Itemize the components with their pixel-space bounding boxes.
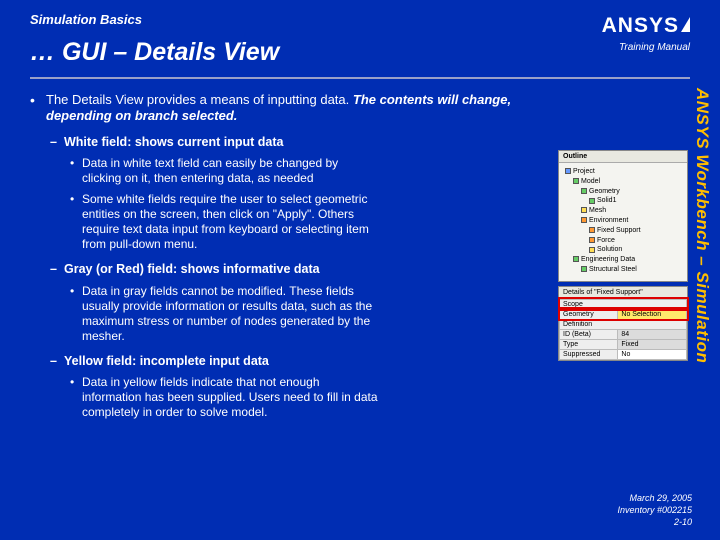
tree-label: Solution — [597, 246, 622, 253]
brand-subtitle: Training Manual — [602, 42, 690, 53]
tree-steel: Structural Steel — [565, 265, 681, 275]
tree-force: Force — [565, 236, 681, 246]
node-icon — [589, 247, 595, 253]
geom-label: Geometry — [560, 309, 618, 319]
tree-label: Engineering Data — [581, 256, 635, 263]
footer-date: March 29, 2005 — [617, 492, 692, 504]
details-table: Scope GeometryNo Selection Definition ID… — [559, 299, 687, 360]
tree-label: Project — [573, 168, 595, 175]
table-row: TypeFixed — [560, 339, 687, 349]
table-row: GeometryNo Selection — [560, 309, 687, 319]
details-title: Details of "Fixed Support" — [559, 287, 687, 299]
table-row: Scope — [560, 299, 687, 309]
details-panel: Details of "Fixed Support" Scope Geometr… — [558, 286, 688, 361]
bullet-white-2: Some white fields require the user to se… — [30, 192, 380, 252]
kicker-text: Simulation Basics — [30, 12, 142, 27]
node-icon — [581, 207, 587, 213]
table-row: SuppressedNo — [560, 349, 687, 359]
tree-model: Model — [565, 177, 681, 187]
tree-geom: Geometry — [565, 187, 681, 197]
tree-env: Environment — [565, 216, 681, 226]
node-icon — [573, 178, 579, 184]
tree-engdata: Engineering Data — [565, 255, 681, 265]
title-rule — [30, 77, 690, 79]
slide: Simulation Basics … GUI – Details View A… — [0, 0, 720, 540]
def-header: Definition — [560, 319, 687, 329]
bullet-gray-heading: Gray (or Red) field: shows informative d… — [30, 262, 540, 278]
tree-project: Project — [565, 167, 681, 177]
tree-mesh: Mesh — [565, 206, 681, 216]
tree-solid: Solid1 — [565, 196, 681, 206]
node-icon — [589, 237, 595, 243]
node-icon — [589, 198, 595, 204]
tree-label: Structural Steel — [589, 266, 637, 273]
tree-label: Fixed Support — [597, 227, 641, 234]
brand-logo: ANSYS Training Manual — [602, 14, 690, 53]
sup-label: Suppressed — [560, 349, 618, 359]
footer: March 29, 2005 Inventory #002215 2-10 — [617, 492, 692, 528]
node-icon — [581, 266, 587, 272]
footer-inventory: Inventory #002215 — [617, 504, 692, 516]
bullet-yellow-1: Data in yellow fields indicate that not … — [30, 375, 380, 420]
table-row: ID (Beta)84 — [560, 329, 687, 339]
tree-label: Model — [581, 178, 600, 185]
geom-value: No Selection — [618, 309, 687, 319]
side-title: ANSYS Workbench – Simulation — [692, 88, 712, 363]
node-icon — [581, 217, 587, 223]
id-label: ID (Beta) — [560, 329, 618, 339]
outline-panel: Outline Project Model Geometry Solid1 Me… — [558, 150, 688, 282]
bullet-level1: The Details View provides a means of inp… — [30, 92, 540, 125]
slide-title: … GUI – Details View — [30, 38, 279, 67]
tree-label: Environment — [589, 217, 628, 224]
tree-label: Force — [597, 237, 615, 244]
scope-header: Scope — [560, 299, 687, 309]
footer-page: 2-10 — [617, 516, 692, 528]
mock-screenshot: Outline Project Model Geometry Solid1 Me… — [558, 150, 688, 361]
bullet-white-1: Data in white text field can easily be c… — [30, 156, 380, 186]
bullet-white-heading: White field: shows current input data — [30, 135, 540, 151]
type-value: Fixed — [618, 339, 687, 349]
outline-title: Outline — [559, 151, 687, 163]
type-label: Type — [560, 339, 618, 349]
tree-sol: Solution — [565, 245, 681, 255]
node-icon — [581, 188, 587, 194]
tree-label: Solid1 — [597, 197, 616, 204]
tree-label: Geometry — [589, 188, 620, 195]
triangle-icon — [681, 17, 690, 32]
bullet-gray-1: Data in gray fields cannot be modified. … — [30, 284, 380, 344]
tree-fixed: Fixed Support — [565, 226, 681, 236]
id-value: 84 — [618, 329, 687, 339]
brand-text: ANSYS — [602, 14, 679, 37]
node-icon — [573, 256, 579, 262]
bullet-yellow-heading: Yellow field: incomplete input data — [30, 354, 540, 370]
tree-label: Mesh — [589, 207, 606, 214]
outline-tree: Project Model Geometry Solid1 Mesh Envir… — [559, 163, 687, 281]
node-icon — [589, 227, 595, 233]
table-row: Definition — [560, 319, 687, 329]
node-icon — [565, 168, 571, 174]
brand-name: ANSYS — [602, 14, 690, 38]
b1-text-a: The Details View provides a means of inp… — [46, 92, 353, 107]
content-area: The Details View provides a means of inp… — [30, 92, 540, 420]
sup-value: No — [618, 349, 687, 359]
